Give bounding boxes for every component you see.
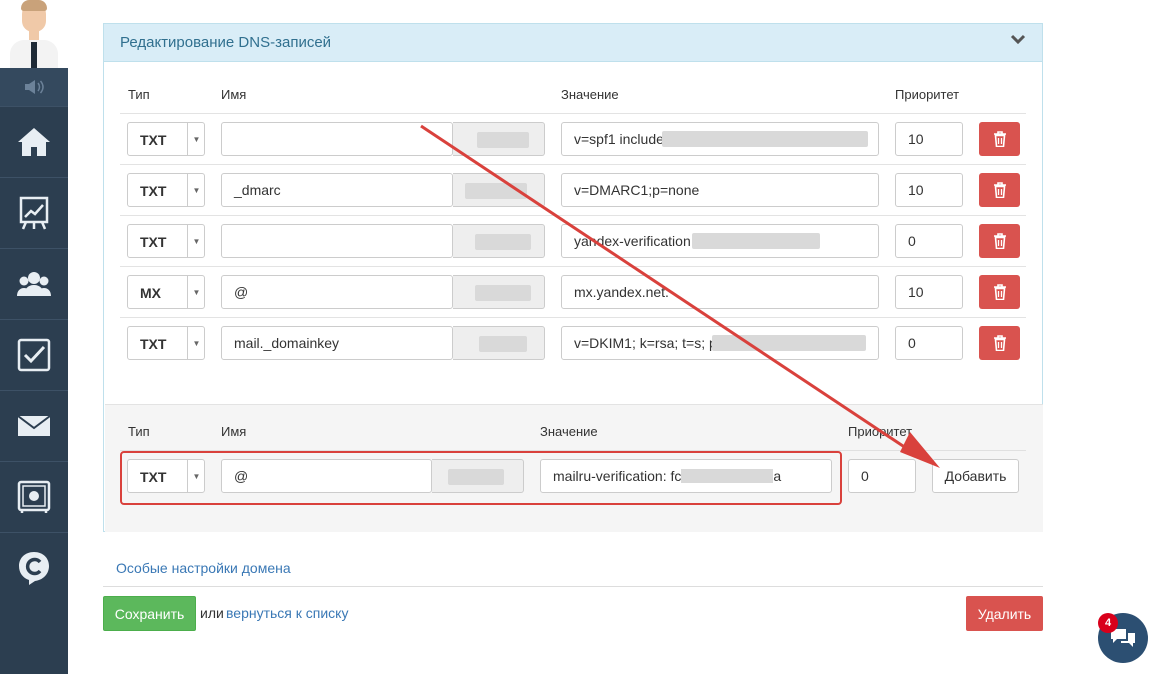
divider: [103, 586, 1043, 587]
avatar[interactable]: [0, 0, 68, 68]
priority-input[interactable]: 10: [895, 122, 963, 156]
caret-down-icon: ▼: [187, 174, 205, 206]
value-input[interactable]: v=DMARC1;p=none: [561, 173, 879, 207]
caret-down-icon: ▼: [187, 225, 205, 257]
delete-record-button[interactable]: [979, 122, 1020, 156]
value-input[interactable]: mx.yandex.net.: [561, 275, 879, 309]
trash-icon: [993, 335, 1006, 351]
panel-header[interactable]: Редактирование DNS-записей: [104, 24, 1042, 62]
sidebar: [0, 0, 68, 674]
type-select[interactable]: TXT ▼: [127, 173, 205, 207]
col-header-type: Тип: [128, 87, 150, 102]
priority-input[interactable]: 0: [895, 224, 963, 258]
back-to-list-link[interactable]: вернуться к списку: [226, 605, 348, 621]
new-priority-input[interactable]: 0: [848, 459, 916, 493]
users-icon[interactable]: [0, 248, 68, 318]
delete-record-button[interactable]: [979, 326, 1020, 360]
domain-addon: [453, 275, 545, 309]
domain-addon: [453, 326, 545, 360]
name-input[interactable]: @: [221, 275, 453, 309]
caret-down-icon: ▼: [187, 123, 205, 155]
priority-input[interactable]: 10: [895, 275, 963, 309]
chat-notification-badge: 4: [1098, 613, 1118, 633]
name-input[interactable]: mail._domainkey: [221, 326, 453, 360]
type-select[interactable]: MX ▼: [127, 275, 205, 309]
chevron-down-icon[interactable]: [1010, 34, 1026, 46]
type-select[interactable]: TXT ▼: [127, 224, 205, 258]
caret-down-icon: ▼: [187, 276, 205, 308]
domain-addon: [453, 224, 545, 258]
priority-input[interactable]: 0: [895, 326, 963, 360]
brand-c-icon[interactable]: [0, 532, 68, 602]
priority-input[interactable]: 10: [895, 173, 963, 207]
domain-addon: [453, 122, 545, 156]
chart-board-icon[interactable]: [0, 177, 68, 247]
mail-icon[interactable]: [0, 390, 68, 460]
trash-icon: [993, 182, 1006, 198]
col-header-priority: Приоритет: [895, 87, 960, 102]
redacted-value: [692, 233, 820, 249]
home-icon[interactable]: [0, 106, 68, 176]
panel-title: Редактирование DNS-записей: [120, 34, 332, 51]
trash-icon: [993, 284, 1006, 300]
name-input[interactable]: [221, 224, 453, 258]
name-input[interactable]: _dmarc: [221, 173, 453, 207]
annotation-highlight-box: [120, 451, 842, 505]
redacted-value: [662, 131, 868, 147]
special-domain-settings-link[interactable]: Особые настройки домена: [116, 560, 291, 576]
col-header-value: Значение: [561, 87, 619, 102]
domain-addon: [453, 173, 545, 207]
name-input[interactable]: [221, 122, 453, 156]
new-col-header-type: Тип: [128, 424, 150, 439]
delete-record-button[interactable]: [979, 275, 1020, 309]
safe-icon[interactable]: [0, 461, 68, 531]
save-button[interactable]: Сохранить: [103, 596, 196, 631]
trash-icon: [993, 131, 1006, 147]
delete-record-button[interactable]: [979, 224, 1020, 258]
new-col-header-priority: Приоритет: [848, 424, 913, 439]
caret-down-icon: ▼: [187, 327, 205, 359]
type-select[interactable]: TXT ▼: [127, 326, 205, 360]
new-col-header-name: Имя: [221, 424, 247, 439]
delete-domain-button[interactable]: Удалить: [966, 596, 1043, 631]
speaker-icon[interactable]: [0, 68, 68, 106]
redacted-value: [712, 335, 866, 351]
delete-record-button[interactable]: [979, 173, 1020, 207]
type-select[interactable]: TXT ▼: [127, 122, 205, 156]
trash-icon: [993, 233, 1006, 249]
new-col-header-value: Значение: [540, 424, 598, 439]
col-header-name: Имя: [221, 87, 247, 102]
or-text: или: [200, 605, 224, 621]
checkbox-icon[interactable]: [0, 319, 68, 389]
add-record-button[interactable]: Добавить: [932, 459, 1019, 493]
